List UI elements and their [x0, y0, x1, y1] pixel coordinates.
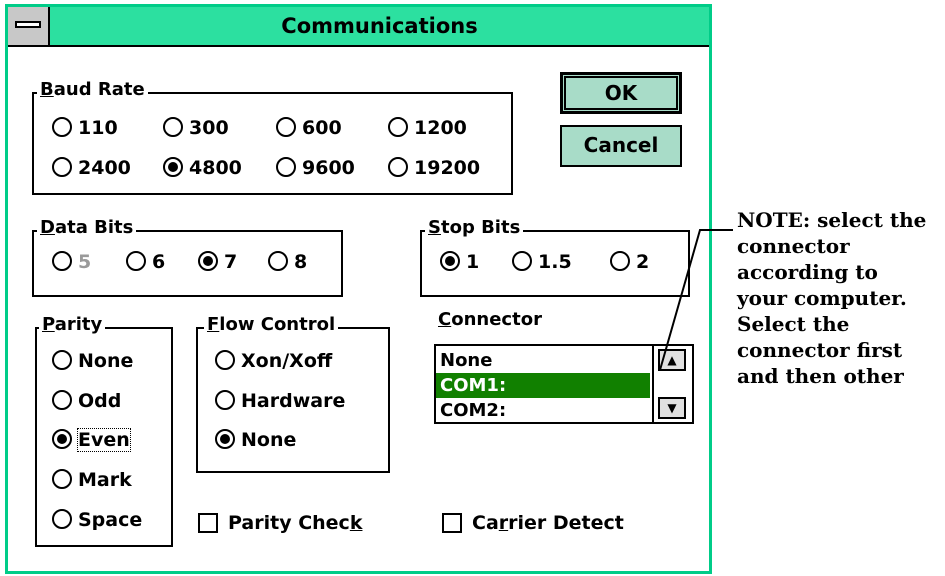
note-line: connector: [737, 234, 850, 258]
note-line: Select the: [737, 312, 850, 336]
note-line: NOTE: select the: [737, 208, 927, 232]
note-line: connector first: [737, 338, 903, 362]
note-line: and then other: [737, 364, 904, 388]
note-text: NOTE: select the connector according to …: [737, 207, 945, 389]
note-line: according to: [737, 260, 878, 284]
note-line: your computer.: [737, 286, 907, 310]
